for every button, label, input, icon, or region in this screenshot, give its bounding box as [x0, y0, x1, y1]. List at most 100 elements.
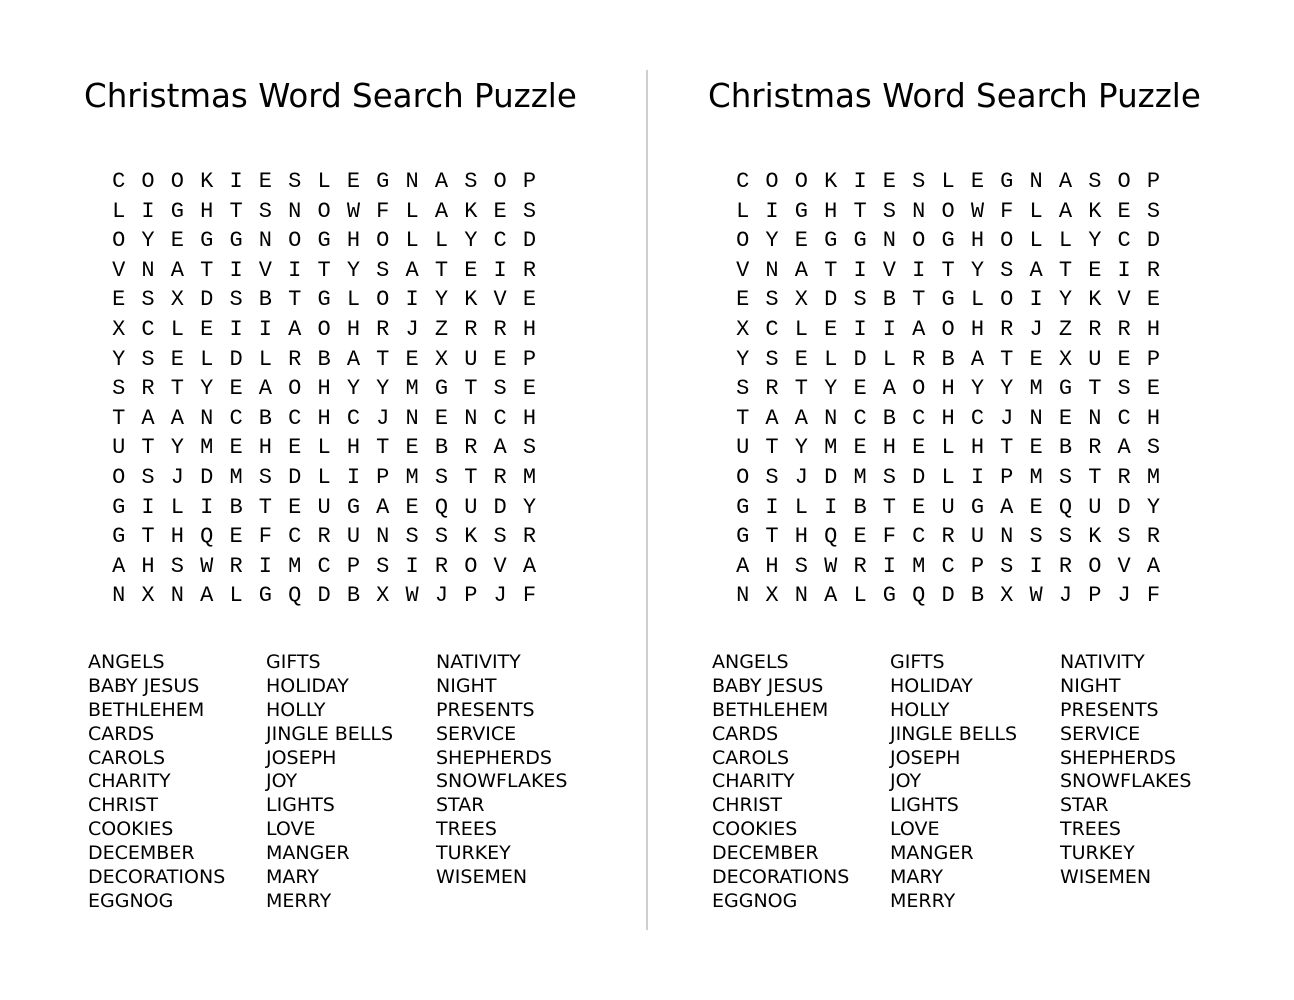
grid-letter: N: [794, 583, 808, 609]
grid-letter: U: [317, 494, 331, 520]
grid-letter: I: [765, 198, 779, 224]
grid-letter: L: [941, 435, 955, 461]
grid-letter: S: [794, 553, 808, 579]
word-list-item: BABY JESUS: [712, 674, 824, 697]
grid-letter: E: [912, 494, 926, 520]
grid-letter: R: [765, 376, 779, 402]
word-list-item: DECEMBER: [88, 842, 195, 865]
grid-letter: C: [288, 524, 302, 550]
grid-letter: M: [229, 464, 243, 490]
grid-letter: G: [376, 169, 390, 194]
grid-letter: L: [200, 346, 214, 372]
grid-letter: E: [1029, 494, 1043, 520]
grid-letter: S: [464, 169, 478, 194]
grid-letter: N: [1088, 405, 1102, 431]
grid-letter: D: [200, 464, 214, 490]
grid-letter: T: [112, 405, 126, 431]
grid-letter: Z: [434, 316, 449, 342]
grid-letter: E: [794, 228, 808, 254]
word-list-item: COOKIES: [88, 818, 174, 841]
grid-letter: M: [288, 553, 302, 579]
grid-letter: N: [765, 257, 779, 283]
grid-letter: S: [376, 257, 390, 283]
word-list-item: JOY: [890, 770, 922, 793]
grid-letter: C: [112, 169, 126, 194]
word-list-item: MERRY: [890, 889, 956, 912]
grid-letter: G: [346, 494, 361, 520]
grid-row: NXNALGQDBXWJPJF: [104, 581, 544, 611]
grid-letter: O: [912, 376, 926, 402]
grid-letter: S: [434, 524, 449, 550]
grid-letter: S: [112, 376, 126, 402]
grid-letter: R: [522, 524, 537, 550]
grid-letter: E: [405, 435, 419, 461]
grid-letter: I: [1029, 287, 1043, 313]
grid-letter: A: [736, 553, 750, 579]
grid-letter: S: [170, 553, 184, 579]
word-list-item: JOSEPH: [890, 746, 961, 769]
grid-letter: N: [258, 228, 272, 254]
grid-letter: J: [1117, 583, 1131, 609]
grid-letter: E: [288, 494, 302, 520]
grid-letter: E: [405, 346, 419, 372]
grid-letter: T: [376, 346, 390, 372]
grid-letter: D: [317, 583, 331, 609]
grid-letter: L: [794, 494, 808, 520]
word-list-item: MARY: [266, 866, 319, 889]
word-list-item: SHEPHERDS: [1060, 746, 1176, 769]
grid-letter: L: [1029, 198, 1043, 224]
grid-letter: D: [229, 346, 243, 372]
grid-letter: A: [1117, 435, 1131, 461]
grid-letter: L: [1058, 228, 1073, 254]
grid-letter: S: [288, 169, 302, 194]
grid-letter: T: [736, 405, 750, 431]
word-list-item: JINGLE BELLS: [890, 722, 1018, 745]
grid-letter: H: [765, 553, 779, 579]
grid-letter: Y: [112, 346, 126, 372]
grid-letter: K: [1088, 524, 1102, 550]
word-list-item: CHARITY: [88, 770, 171, 793]
grid-letter: J: [1058, 583, 1073, 609]
grid-letter: G: [824, 228, 838, 254]
grid-letter: N: [112, 583, 126, 609]
grid-letter: Q: [824, 524, 838, 550]
grid-letter: M: [1029, 464, 1043, 490]
grid-letter: C: [970, 405, 985, 431]
grid-letter: U: [941, 494, 955, 520]
grid-letter: R: [317, 524, 331, 550]
word-list-item: JOY: [266, 770, 298, 793]
grid-letter: J: [493, 583, 507, 609]
puzzle-title: Christmas Word Search Puzzle: [84, 77, 577, 115]
grid-letter: U: [464, 346, 478, 372]
grid-letter: O: [112, 228, 126, 254]
grid-letter: O: [736, 228, 750, 254]
grid-letter: G: [941, 228, 955, 254]
grid-letter: S: [141, 346, 155, 372]
grid-letter: P: [1146, 169, 1161, 194]
grid-letter: U: [112, 435, 126, 461]
grid-letter: R: [1117, 316, 1131, 342]
word-list-column-1: ANGELS BABY JESUS BETHLEHEM CARDS CAROLS CHAR…: [712, 651, 849, 914]
grid-letter: H: [941, 376, 955, 402]
grid-letter: R: [288, 346, 302, 372]
grid-letter: C: [1117, 405, 1131, 431]
grid-letter: G: [941, 287, 955, 313]
grid-letter: N: [376, 524, 390, 550]
grid-letter: E: [882, 169, 896, 194]
word-list-item: STAR: [436, 794, 485, 817]
grid-letter: E: [824, 316, 838, 342]
grid-letter: P: [346, 553, 361, 579]
grid-letter: H: [200, 198, 214, 224]
word-list-item: MANGER: [890, 842, 974, 865]
grid-letter: A: [970, 346, 985, 372]
grid-row: XCLEIIAOHRJZRRH: [728, 315, 1168, 345]
grid-letter: L: [170, 316, 184, 342]
grid-letter: E: [736, 287, 750, 313]
grid-letter: E: [853, 376, 867, 402]
grid-letter: E: [258, 169, 272, 194]
grid-letter: S: [376, 553, 390, 579]
grid-letter: T: [1088, 464, 1102, 490]
word-list-item: ANGELS: [712, 651, 789, 673]
grid-letter: H: [141, 553, 155, 579]
grid-letter: I: [200, 494, 214, 520]
